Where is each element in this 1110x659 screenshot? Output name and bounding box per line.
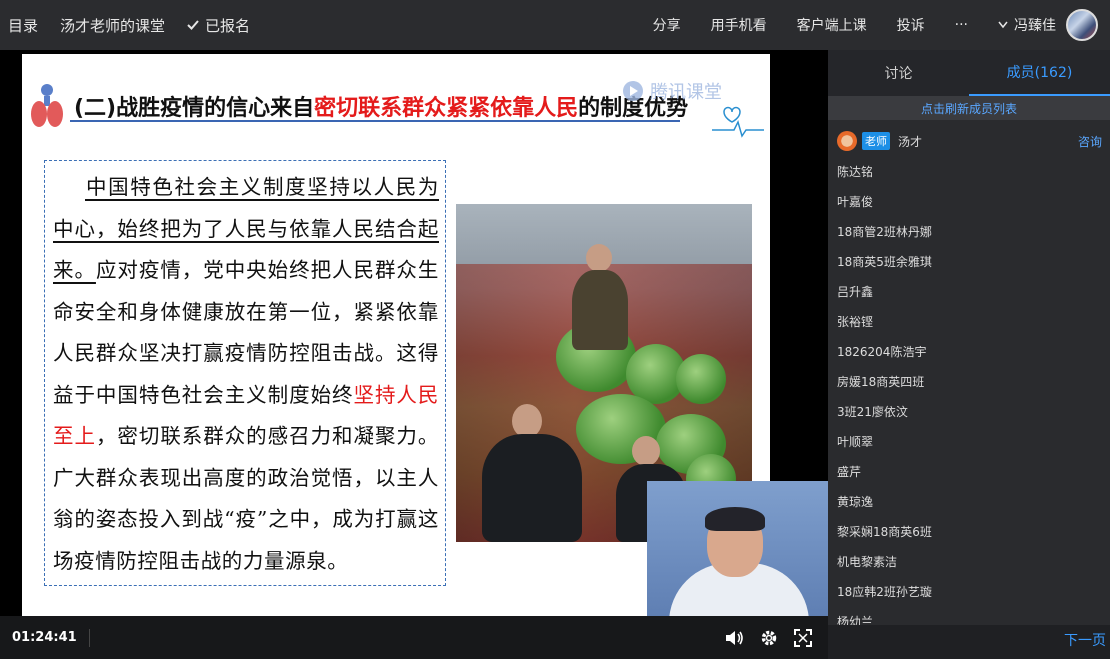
classroom-title[interactable]: 汤才老师的课堂 xyxy=(60,15,165,36)
enrolled-label: 已报名 xyxy=(205,16,251,35)
volume-icon[interactable] xyxy=(724,629,744,647)
client-class-button[interactable]: 客户端上课 xyxy=(797,15,867,35)
lungs-icon xyxy=(31,84,63,127)
teacher-badge: 老师 xyxy=(862,132,890,150)
list-item[interactable]: 黎采娴18商英6班 xyxy=(837,516,1110,546)
avatar[interactable] xyxy=(1066,9,1098,41)
list-item[interactable]: 18商英5班余雅琪 xyxy=(837,246,1110,276)
video-stage[interactable]: (二)战胜疫情的信心来自密切联系群众紧紧依靠人民的制度优势 腾讯课堂 中国特色社… xyxy=(0,50,828,616)
user-name: 冯臻佳 xyxy=(1014,18,1056,34)
member-list[interactable]: 老师 汤才 咨询 陈达铭 叶嘉俊 18商管2班林丹娜 18商英5班余雅琪 吕升鑫… xyxy=(828,120,1110,636)
panel-footer: 下一页 xyxy=(828,625,1110,659)
playback-time: 01:24:41 xyxy=(12,630,77,645)
list-item[interactable]: 陈达铭 xyxy=(837,156,1110,186)
catalog-button[interactable]: 目录 xyxy=(8,15,38,36)
refresh-members-button[interactable]: 点击刷新成员列表 xyxy=(828,96,1110,120)
enrolled-status: 已报名 xyxy=(187,15,250,36)
content-textbox: 中国特色社会主义制度坚持以人民为中心，始终把为了人民与依靠人民结合起来。应对疫情… xyxy=(44,160,446,586)
fullscreen-icon[interactable] xyxy=(794,628,812,647)
teacher-name: 汤才 xyxy=(898,134,923,149)
list-item[interactable]: 18商管2班林丹娜 xyxy=(837,216,1110,246)
player-controls: 01:24:41 xyxy=(0,616,828,659)
mobile-view-button[interactable]: 用手机看 xyxy=(711,15,767,35)
content-paragraph: 中国特色社会主义制度坚持以人民为中心，始终把为了人民与依靠人民结合起来。应对疫情… xyxy=(53,175,439,573)
teacher-camera[interactable] xyxy=(647,481,828,616)
play-logo-icon xyxy=(623,81,643,101)
watermark: 腾讯课堂 xyxy=(622,78,722,104)
list-item[interactable]: 黄琼逸 xyxy=(837,486,1110,516)
chevron-down-icon xyxy=(998,21,1008,29)
more-button[interactable]: ··· xyxy=(955,17,968,33)
tab-discuss[interactable]: 讨论 xyxy=(828,50,969,96)
settings-gear-icon[interactable] xyxy=(760,629,778,647)
side-panel: 讨论 成员(162) 点击刷新成员列表 老师 汤才 咨询 陈达铭 叶嘉俊 18商… xyxy=(828,50,1110,659)
slide-title: (二)战胜疫情的信心来自密切联系群众紧紧依靠人民的制度优势 xyxy=(74,96,689,121)
heartbeat-icon xyxy=(712,106,764,138)
next-page-button[interactable]: 下一页 xyxy=(1064,630,1106,650)
list-item[interactable]: 3班21廖依汶 xyxy=(837,396,1110,426)
list-item[interactable]: 1826204陈浩宇 xyxy=(837,336,1110,366)
top-bar: 目录 汤才老师的课堂 已报名 分享 用手机看 客户端上课 投诉 ··· 冯臻佳 xyxy=(0,0,1110,50)
list-item[interactable]: 18应韩2班孙艺璇 xyxy=(837,576,1110,606)
check-icon xyxy=(187,20,199,30)
list-item[interactable]: 吕升鑫 xyxy=(837,276,1110,306)
list-item[interactable]: 张裕铿 xyxy=(837,306,1110,336)
tab-members[interactable]: 成员(162) xyxy=(969,50,1110,96)
list-item[interactable]: 房媛18商英四班 xyxy=(837,366,1110,396)
list-item[interactable]: 叶嘉俊 xyxy=(837,186,1110,216)
teacher-avatar xyxy=(837,131,857,151)
list-item[interactable]: 盛芹 xyxy=(837,456,1110,486)
list-item[interactable]: 机电黎素洁 xyxy=(837,546,1110,576)
user-menu[interactable]: 冯臻佳 xyxy=(998,15,1056,35)
complain-button[interactable]: 投诉 xyxy=(897,15,925,35)
teacher-row[interactable]: 老师 汤才 咨询 xyxy=(837,126,1110,156)
list-item[interactable]: 叶顺翠 xyxy=(837,426,1110,456)
title-underline xyxy=(70,120,680,122)
consult-button[interactable]: 咨询 xyxy=(1078,133,1102,150)
share-button[interactable]: 分享 xyxy=(653,15,681,35)
